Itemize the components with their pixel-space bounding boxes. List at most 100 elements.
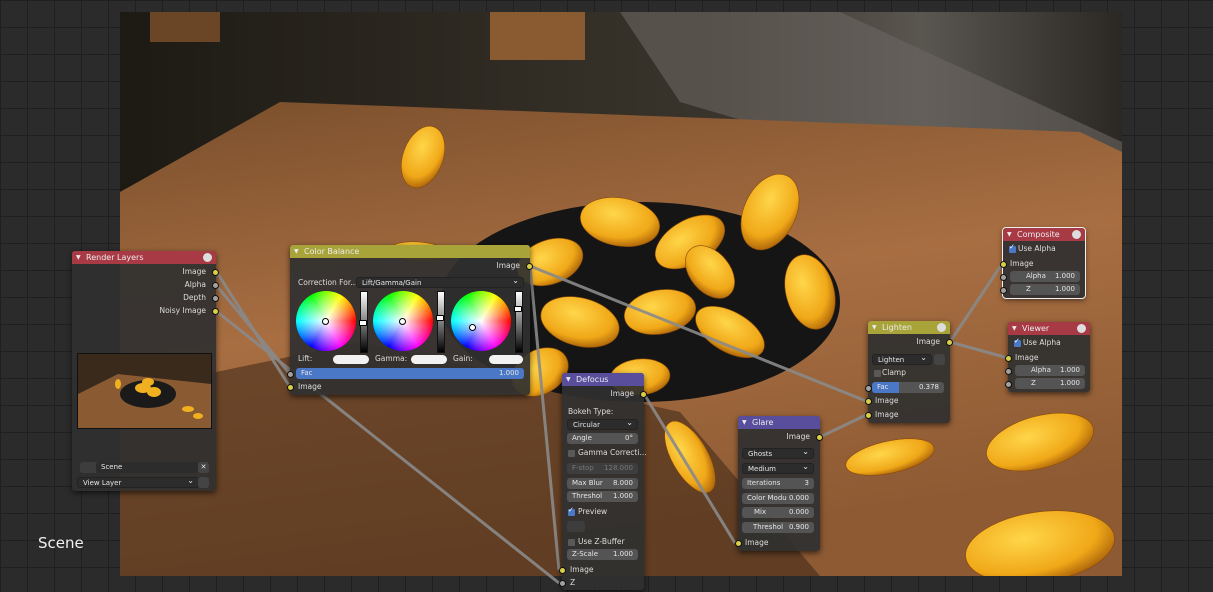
clear-scene-icon[interactable]: ✕ (198, 462, 209, 473)
defocus-header[interactable]: ▼ Defocus (562, 373, 644, 386)
z-field[interactable]: Z 1.000 (1015, 378, 1085, 389)
collapse-triangle-icon[interactable]: ▼ (1007, 228, 1012, 241)
node-options-icon[interactable] (937, 323, 946, 332)
output-noisy-image-label: Noisy Image (159, 306, 206, 315)
input-image-socket[interactable] (1000, 261, 1007, 268)
input-image-socket[interactable] (559, 567, 566, 574)
correction-dropdown[interactable]: Lift/Gamma/Gain (356, 275, 524, 288)
output-image-socket[interactable] (640, 391, 647, 398)
lift-value-slider[interactable] (359, 291, 368, 353)
scene-field[interactable]: Scene (96, 462, 198, 473)
alpha-field[interactable]: Alpha 1.000 (1010, 271, 1080, 282)
view-layer-dropdown[interactable]: View Layer (77, 475, 199, 488)
input-image-1-socket[interactable] (865, 398, 872, 405)
angle-field[interactable]: Angle 0° (567, 433, 638, 444)
collapse-triangle-icon[interactable]: ▼ (566, 373, 571, 386)
input-image-socket[interactable] (735, 540, 742, 547)
input-image-2-socket[interactable] (865, 412, 872, 419)
output-image-label: Image (496, 261, 521, 270)
output-image-socket[interactable] (526, 263, 533, 270)
render-layers-node[interactable]: ▼ Render Layers Image Alpha Depth Noisy … (72, 251, 219, 491)
threshold-field[interactable]: Threshol 1.000 (567, 491, 638, 502)
output-alpha-socket[interactable] (212, 282, 219, 289)
render-icon[interactable] (203, 253, 212, 262)
use-z-buffer-checkbox[interactable] (568, 539, 575, 546)
input-fac-socket[interactable] (287, 371, 294, 378)
lighten-node[interactable]: ▼ Lighten Image Lighten Clamp Fac0.378 I… (865, 321, 953, 423)
z-field[interactable]: Z 1.000 (1010, 284, 1080, 295)
glare-header[interactable]: ▼ Glare (738, 416, 820, 429)
gain-value-knob[interactable] (514, 306, 522, 312)
gamma-correction-checkbox[interactable] (568, 450, 575, 457)
lift-value-knob[interactable] (359, 320, 367, 326)
render-layers-title: Render Layers (86, 253, 144, 262)
z-scale-field[interactable]: Z-Scale 1.000 (567, 549, 638, 560)
gamma-value-knob[interactable] (436, 315, 444, 321)
gain-wheel-cursor[interactable] (469, 324, 476, 331)
collapse-triangle-icon[interactable]: ▼ (742, 416, 747, 429)
lift-wheel-cursor[interactable] (322, 318, 329, 325)
iterations-field[interactable]: Iterations 3 (742, 478, 814, 489)
collapse-triangle-icon[interactable]: ▼ (76, 251, 81, 264)
input-alpha-socket[interactable] (1005, 368, 1012, 375)
color-balance-node[interactable]: ▼ Color Balance Image Correction For... … (287, 245, 533, 395)
lift-color-wheel[interactable] (296, 291, 356, 351)
node-options-icon[interactable] (1077, 324, 1086, 333)
collapse-triangle-icon[interactable]: ▼ (872, 321, 877, 334)
blend-type-dropdown[interactable]: Lighten (872, 352, 932, 365)
color-balance-header[interactable]: ▼ Color Balance (290, 245, 530, 258)
bokeh-type-label: Bokeh Type: (568, 407, 614, 416)
lift-color-swatch[interactable] (333, 355, 369, 364)
threshold-field[interactable]: Threshol 0.900 (742, 522, 814, 533)
defocus-node[interactable]: ▼ Defocus Image Bokeh Type: Circular Ang… (559, 373, 647, 590)
fstop-field[interactable]: F-stop 128.000 (567, 463, 638, 474)
mix-field[interactable]: Mix 0.000 (742, 507, 814, 518)
output-image-socket[interactable] (212, 269, 219, 276)
output-image-socket[interactable] (946, 339, 953, 346)
view-layer-icon[interactable] (198, 477, 209, 488)
output-depth-socket[interactable] (212, 295, 219, 302)
fac-slider[interactable]: Fac 0.378 (872, 382, 944, 393)
input-z-socket[interactable] (1005, 381, 1012, 388)
node-options-icon[interactable] (1072, 230, 1081, 239)
input-alpha-socket[interactable] (1000, 274, 1007, 281)
use-alpha-checkbox[interactable] (1014, 337, 1021, 347)
scene-selector-icon[interactable] (567, 521, 585, 532)
composite-node[interactable]: ▼ Composite Use Alpha Image Alpha1.000 Z… (1000, 227, 1086, 299)
bokeh-type-dropdown[interactable]: Circular (567, 417, 638, 430)
gamma-color-wheel[interactable] (373, 291, 433, 351)
alpha-field[interactable]: Alpha 1.000 (1015, 365, 1085, 376)
gain-color-swatch[interactable] (489, 355, 523, 364)
gain-value-slider[interactable] (514, 291, 523, 353)
output-noisy-image-socket[interactable] (212, 308, 219, 315)
use-alpha-toggle-icon[interactable] (934, 354, 945, 365)
input-image-socket[interactable] (1005, 355, 1012, 362)
gain-label: Gain: (453, 354, 473, 363)
input-image-socket[interactable] (287, 384, 294, 391)
preview-checkbox[interactable] (568, 506, 575, 516)
max-blur-field[interactable]: Max Blur 8.000 (567, 478, 638, 489)
fac-slider[interactable]: Fac 1.000 (296, 368, 524, 379)
glare-type-dropdown[interactable]: Ghosts (742, 446, 814, 459)
input-z-socket[interactable] (559, 580, 566, 587)
gamma-color-swatch[interactable] (411, 355, 447, 364)
gamma-value-slider[interactable] (436, 291, 445, 353)
gain-color-wheel[interactable] (451, 291, 511, 351)
input-fac-socket[interactable] (865, 385, 872, 392)
collapse-triangle-icon[interactable]: ▼ (294, 245, 299, 258)
use-alpha-checkbox[interactable] (1009, 243, 1016, 253)
output-image-socket[interactable] (816, 434, 823, 441)
gamma-wheel-cursor[interactable] (399, 318, 406, 325)
composite-header[interactable]: ▼ Composite (1003, 228, 1085, 241)
viewer-node[interactable]: ▼ Viewer Use Alpha Image Alpha1.000 Z1.0… (1005, 322, 1090, 392)
glare-node[interactable]: ▼ Glare Image Ghosts Medium Iterations3 … (735, 416, 823, 551)
collapse-triangle-icon[interactable]: ▼ (1012, 322, 1017, 335)
color-modulation-field[interactable]: Color Modu 0.000 (742, 493, 814, 504)
quality-dropdown[interactable]: Medium (742, 461, 814, 474)
viewer-header[interactable]: ▼ Viewer (1008, 322, 1090, 335)
clamp-checkbox[interactable] (874, 370, 881, 377)
input-image-label: Image (1010, 259, 1034, 268)
input-z-socket[interactable] (1000, 287, 1007, 294)
lighten-header[interactable]: ▼ Lighten (868, 321, 950, 334)
render-layers-header[interactable]: ▼ Render Layers (72, 251, 216, 264)
